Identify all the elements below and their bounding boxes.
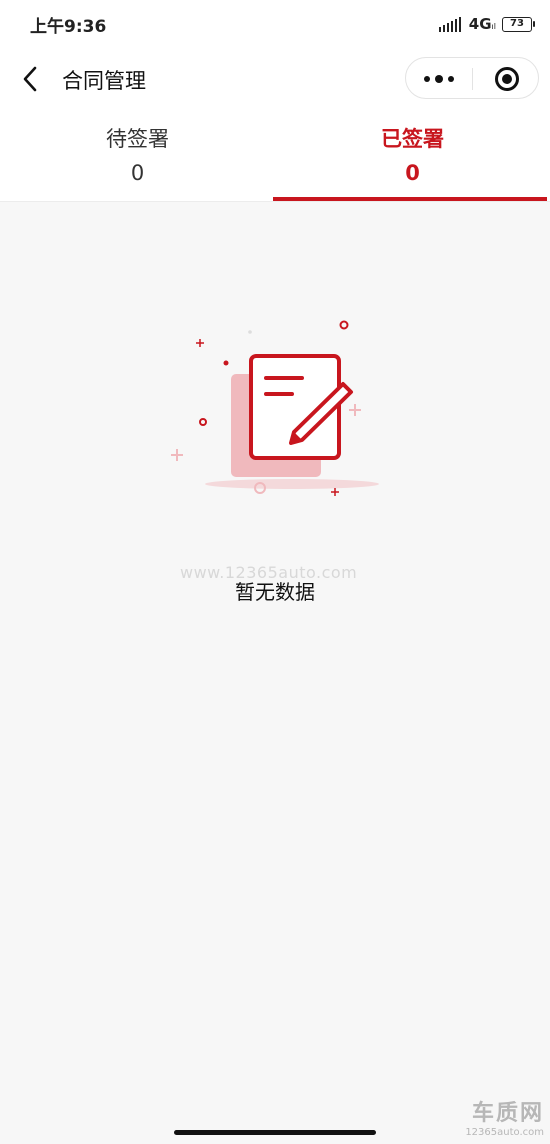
watermark-logo: 车质网 12365auto.com [465, 1095, 544, 1138]
more-dots-icon [424, 75, 454, 84]
mini-program-capsule [405, 57, 539, 99]
signal-icon [438, 16, 463, 32]
target-close-icon [495, 67, 519, 91]
watermark-logo-text: 车质网 [471, 1101, 544, 1126]
tab-bar: 待签署 0 已签署 0 [0, 110, 550, 202]
nav-bar: 合同管理 [0, 48, 550, 110]
tab-signed[interactable]: 已签署 0 [275, 110, 550, 202]
watermark-logo-url: 12365auto.com [465, 1127, 544, 1138]
battery-icon: 73 [502, 16, 535, 32]
tab-signed-label: 已签署 [381, 127, 444, 151]
empty-state-text: 暂无数据 [235, 580, 315, 604]
tab-pending-count: 0 [130, 161, 145, 185]
page-title: 合同管理 [62, 69, 146, 93]
status-time: 上午9:36 [30, 17, 107, 37]
network-label: 4G [468, 15, 492, 33]
home-indicator[interactable] [174, 1130, 376, 1135]
status-indicators: 4Gıl 73 [438, 13, 535, 35]
network-sub-label: ıl [491, 22, 496, 31]
close-button[interactable] [473, 58, 539, 100]
tab-pending[interactable]: 待签署 0 [0, 110, 275, 202]
network-type: 4Gıl [469, 15, 496, 33]
chevron-left-icon[interactable] [18, 64, 46, 94]
status-bar: 上午9:36 4Gıl 73 [0, 0, 550, 48]
document-edit-icon [165, 312, 390, 502]
more-button[interactable] [406, 58, 472, 100]
battery-level: 73 [510, 17, 524, 29]
active-tab-indicator [273, 197, 547, 201]
tab-pending-label: 待签署 [106, 127, 169, 151]
tab-signed-count: 0 [405, 161, 420, 185]
